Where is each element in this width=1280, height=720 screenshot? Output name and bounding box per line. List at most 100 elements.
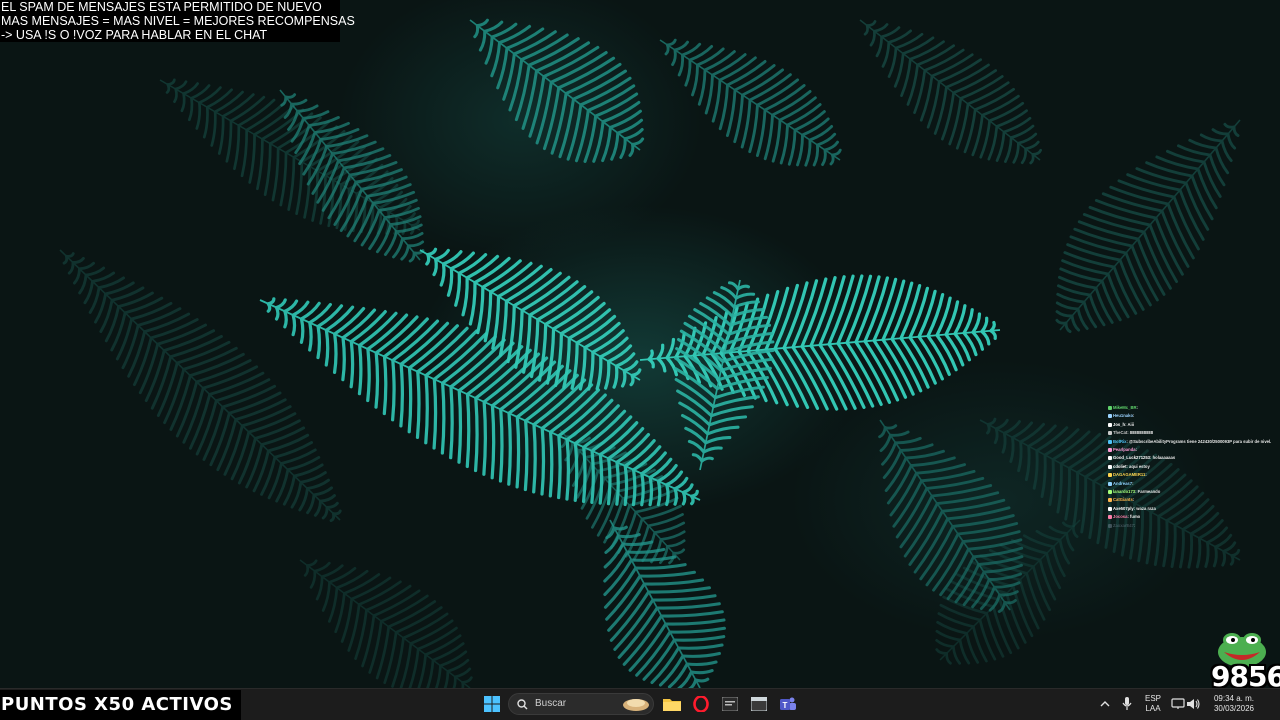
chat-text: : 8888888888 [1127, 430, 1154, 436]
fern-wallpaper-image [59, 18, 1241, 688]
chat-text: : waza raza [1133, 505, 1156, 511]
chat-text: : @SubscribeAbilityPrograms tiene 242430… [1126, 438, 1272, 444]
points-banner: PUNTOS X50 ACTIVOS [0, 690, 241, 720]
chat-username: Andreas7 [1113, 480, 1133, 486]
chat-username: MikeMc_BR [1113, 405, 1137, 410]
chat-username: Jocosa [1113, 514, 1128, 520]
chat-text: : [1132, 480, 1134, 486]
search-highlight-icon [623, 699, 649, 711]
app-icon [722, 697, 738, 711]
language-indicator[interactable]: ESP LAA [1140, 694, 1166, 714]
app-button-1[interactable] [718, 692, 742, 716]
microphone-button[interactable] [1115, 692, 1139, 716]
chat-badge-icon [1108, 414, 1112, 419]
chat-username: CatGiants [1113, 497, 1133, 503]
chat-username: Pearlpanda [1113, 447, 1136, 453]
banner-line-1: EL SPAM DE MENSAJES ESTA PERMITIDO DE NU… [1, 0, 322, 14]
fern-frond [603, 519, 726, 688]
chat-text: : [1133, 522, 1136, 528]
clock[interactable]: 09:34 a. m. 30/03/2026 [1204, 694, 1264, 714]
chat-username: DAGAGAMER11 [1113, 472, 1146, 478]
chat-message: Heu1nako: [1108, 412, 1280, 420]
chat-message: cdoliet: aqui estoy [1108, 463, 1280, 471]
fern-frond [299, 559, 473, 688]
file-explorer-button[interactable] [660, 692, 684, 716]
chat-badge-icon [1108, 481, 1112, 486]
search-box[interactable]: Buscar [508, 693, 654, 715]
chat-badge-icon [1108, 447, 1112, 452]
fern-frond [469, 18, 645, 163]
chat-text: : [1133, 413, 1135, 419]
start-button[interactable] [480, 692, 504, 716]
fern-frond [419, 247, 642, 391]
chat-message: DAGAGAMER11: [1108, 471, 1280, 479]
chat-username: lanardo173 [1113, 489, 1136, 495]
chat-text: : holaaaaaas [1150, 455, 1176, 461]
chat-message: CatGiants: [1108, 496, 1280, 504]
chat-overlay: MikeMc_BR: Heu1nako: Jos_h: Aiii TheCat: … [1108, 404, 1280, 530]
chat-message: MikeMc_BR: [1108, 404, 1280, 412]
chat-message: Good_Luck271253: holaaaaaas [1108, 454, 1280, 462]
fern-frond [59, 249, 342, 522]
desktop-wallpaper: EL SPAM DE MENSAJES ESTA PERMITIDO DE NU… [0, 0, 1280, 688]
show-hidden-icons-button[interactable] [1093, 692, 1117, 716]
banner-line-3: -> USA !S O !VOZ PARA HABLAR EN EL CHAT [1, 28, 268, 42]
fern-frond [659, 38, 842, 167]
chat-message: lanardo173: Farmeando [1108, 488, 1280, 496]
banner-line-2: MAS MENSAJES = MAS NIVEL = MEJORES RECOM… [1, 14, 355, 28]
chat-badge-icon [1108, 405, 1112, 410]
teams-icon: T [780, 697, 796, 710]
chat-text: : [1135, 447, 1137, 453]
opera-icon [693, 696, 709, 712]
teams-button[interactable]: T [776, 692, 800, 716]
chat-badge-icon [1108, 456, 1112, 461]
folder-icon [663, 699, 681, 711]
chat-badge-icon [1108, 489, 1112, 494]
chat-message: Jos_h: Aiii [1108, 421, 1280, 429]
search-icon [517, 699, 528, 710]
fern-frond [935, 519, 1081, 665]
speaker-icon [1187, 699, 1200, 709]
stream-banner: EL SPAM DE MENSAJES ESTA PERMITIDO DE NU… [0, 0, 355, 42]
search-placeholder: Buscar [535, 698, 567, 709]
microphone-icon [1122, 697, 1132, 710]
chat-username: ZaxxarE47 [1113, 522, 1134, 528]
chat-text: : Aiii [1125, 421, 1135, 427]
chat-badge-icon [1108, 439, 1112, 444]
chat-badge-icon [1108, 464, 1112, 469]
chat-message: Andreas7: [1108, 480, 1280, 488]
chat-username: Jos_h [1113, 421, 1126, 427]
chat-badge-icon [1108, 431, 1112, 436]
clock-date: 30/03/2026 [1213, 704, 1255, 713]
fern-frond [1055, 119, 1241, 334]
chat-badge-icon [1108, 498, 1112, 503]
chat-text: : Farmeando [1135, 489, 1161, 495]
fern-frond [859, 19, 1042, 165]
windows-icon [484, 696, 500, 712]
chevron-up-icon [1100, 701, 1110, 707]
chat-username: Heu1nako [1113, 413, 1134, 419]
chat-text: : [1145, 472, 1147, 478]
chat-username: cdoliet [1113, 463, 1127, 469]
chat-badge-icon [1108, 506, 1112, 511]
volume-button[interactable] [1181, 692, 1205, 716]
chat-badge-icon [1108, 523, 1112, 528]
chat-text: : fumo [1127, 514, 1141, 520]
chat-username: BotRix [1113, 438, 1127, 444]
chat-message: Pearlpanda: [1108, 446, 1280, 454]
language-code: ESP [1144, 694, 1161, 703]
chat-message: ZaxxarE47: [1108, 522, 1280, 530]
points-counter: 9856 [1211, 660, 1280, 688]
opera-button[interactable] [689, 692, 713, 716]
chat-message: TheCat: 8888888888 [1108, 429, 1280, 437]
svg-text:T: T [783, 701, 788, 710]
chat-message: Jocosa: fumo [1108, 513, 1280, 521]
chat-text: : aqui estoy [1126, 463, 1150, 469]
chat-badge-icon [1108, 473, 1112, 478]
window-app-icon [751, 697, 767, 711]
app-button-2[interactable] [747, 692, 771, 716]
clock-time: 09:34 a. m. [1213, 694, 1255, 703]
chat-badge-icon [1108, 422, 1112, 427]
chat-username: Axe507ply [1113, 505, 1134, 511]
chat-message: BotRix: @SubscribeAbilityPrograms tiene … [1108, 438, 1280, 446]
